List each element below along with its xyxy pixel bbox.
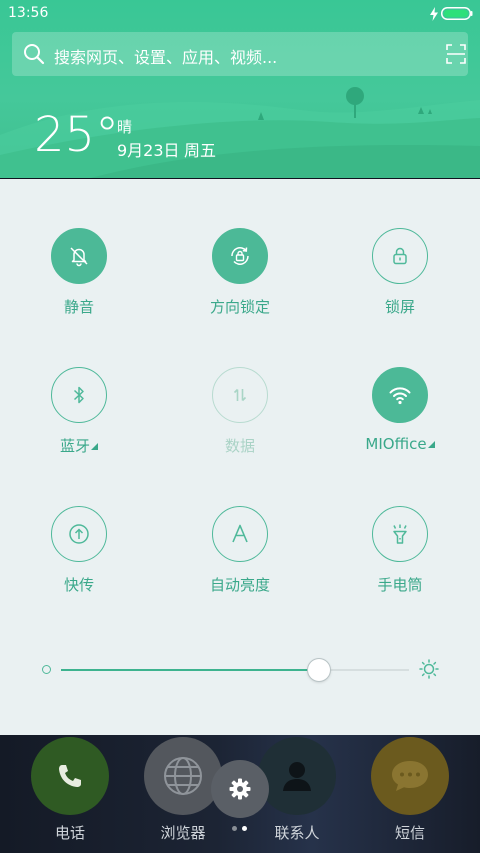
- contacts-app-icon[interactable]: [258, 737, 336, 815]
- search-bar[interactable]: 搜索网页、设置、应用、视频...: [12, 32, 468, 76]
- gear-icon: [229, 778, 251, 800]
- battery-icon: [441, 7, 473, 20]
- page-dot: [232, 826, 237, 831]
- dock-label-phone: 电话: [54, 824, 85, 842]
- dock-label-messages: 短信: [394, 824, 425, 842]
- status-bar: 13:56: [0, 0, 480, 28]
- tile-auto-brightness[interactable]: 自动亮度: [182, 506, 302, 616]
- tile-flashlight[interactable]: 手电筒: [342, 506, 462, 616]
- brightness-slider-fill: [61, 669, 319, 671]
- weather-temperature: 25°: [34, 107, 120, 163]
- tile-quick-transfer[interactable]: 快传: [21, 506, 141, 616]
- tile-label-bluetooth[interactable]: 蓝牙: [21, 435, 137, 456]
- auto-brightness-icon: [232, 524, 248, 543]
- tile-label-quick-transfer: 快传: [63, 576, 94, 594]
- tile-wifi[interactable]: MIOffice: [342, 367, 462, 477]
- status-time: 13:56: [8, 5, 49, 21]
- weather-weekday: 周五: [184, 141, 217, 160]
- weather-condition: 晴: [117, 118, 133, 136]
- rotation-lock-icon: [231, 247, 249, 265]
- tile-label-flashlight: 手电筒: [377, 576, 423, 594]
- bell-off-icon: [70, 247, 88, 267]
- auto-brightness-toggle[interactable]: [212, 506, 268, 562]
- bluetooth-menu-indicator[interactable]: [91, 443, 98, 450]
- wifi-icon: [389, 387, 411, 405]
- tile-label-auto-brightness: 自动亮度: [209, 576, 270, 594]
- tile-label-rotation-lock: 方向锁定: [209, 298, 270, 316]
- notification-header: 13:56 搜索网页、设置、应用、视频... 25° 晴 9月23日 周五: [0, 0, 480, 178]
- dock-label-browser: 浏览器: [160, 824, 206, 842]
- wifi-network-name: MIOffice: [365, 435, 427, 453]
- brightness-high-icon: [419, 659, 439, 679]
- tile-mute[interactable]: 静音: [21, 228, 141, 338]
- tile-label-mute: 静音: [63, 298, 94, 316]
- charging-icon: [430, 7, 438, 21]
- mobile-data-toggle[interactable]: [212, 367, 268, 423]
- flashlight-toggle[interactable]: [372, 506, 428, 562]
- dock-label-contacts: 联系人: [274, 824, 320, 842]
- tile-label-wifi[interactable]: MIOffice: [342, 435, 458, 453]
- bluetooth-icon: [73, 386, 84, 404]
- flashlight-icon: [393, 524, 407, 544]
- brightness-low-icon: [42, 665, 51, 674]
- tile-rotation-lock[interactable]: 方向锁定: [182, 228, 302, 338]
- quick-transfer-button[interactable]: [51, 506, 107, 562]
- tile-label-mobile-data: 数据: [224, 437, 255, 455]
- brightness-slider-thumb[interactable]: [307, 659, 330, 681]
- phone-app-icon[interactable]: [31, 737, 109, 815]
- weather-date: 9月23日: [117, 141, 180, 160]
- mute-toggle[interactable]: [51, 228, 107, 284]
- page-dot-active: [242, 826, 247, 831]
- search-input[interactable]: 搜索网页、设置、应用、视频...: [54, 44, 277, 68]
- phone-icon: [59, 765, 81, 787]
- tile-label-lock-screen: 锁屏: [384, 298, 415, 316]
- lock-icon: [393, 247, 407, 265]
- settings-button[interactable]: [211, 760, 269, 818]
- data-transfer-icon: [233, 388, 247, 402]
- upload-icon: [69, 524, 89, 544]
- rotation-lock-toggle[interactable]: [212, 228, 268, 284]
- lock-screen-button[interactable]: [372, 228, 428, 284]
- tile-lock-screen[interactable]: 锁屏: [342, 228, 462, 338]
- scan-icon[interactable]: [446, 44, 466, 64]
- bluetooth-toggle[interactable]: [51, 367, 107, 423]
- globe-icon: [164, 757, 202, 795]
- bluetooth-label: 蓝牙: [59, 437, 90, 455]
- browser-app-icon[interactable]: [144, 737, 222, 815]
- wifi-toggle[interactable]: [372, 367, 428, 423]
- wifi-menu-indicator[interactable]: [427, 441, 435, 448]
- person-icon: [283, 762, 311, 791]
- message-icon: [392, 761, 428, 791]
- quick-settings-panel: 静音 方向锁定 锁屏 蓝牙 数据 MIOffice 快传 自动亮度 手电筒: [0, 179, 480, 735]
- brightness-slider[interactable]: [61, 659, 409, 681]
- search-icon: [24, 44, 45, 65]
- tile-mobile-data[interactable]: 数据: [182, 367, 302, 477]
- dock-app-messages[interactable]: 短信: [360, 735, 460, 853]
- messages-app-icon[interactable]: [371, 737, 449, 815]
- dock-app-phone[interactable]: 电话: [20, 735, 120, 853]
- tile-bluetooth[interactable]: 蓝牙: [21, 367, 141, 477]
